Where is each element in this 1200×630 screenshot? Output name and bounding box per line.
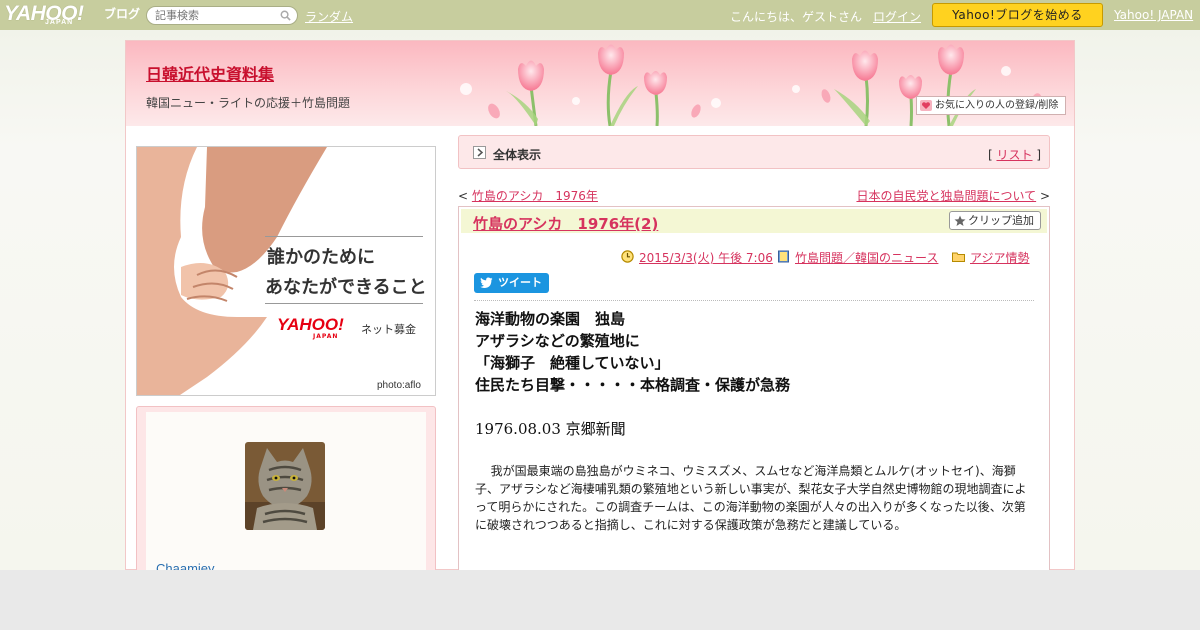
search-box bbox=[146, 6, 298, 25]
article-headline: 海洋動物の楽園 独島 アザラシなどの繁殖地に 「海獅子 絶種していない」 住民た… bbox=[475, 308, 1035, 396]
ad-divider bbox=[265, 236, 423, 237]
article-date-link[interactable]: 2015/3/3(火) 午後 7:06 bbox=[621, 251, 773, 265]
list-bracket-close: ] bbox=[1032, 148, 1041, 162]
yahoo-blog-logo[interactable]: YAHOO! JAPAN ブログ bbox=[4, 2, 142, 28]
list-view-link[interactable]: リスト bbox=[996, 148, 1032, 162]
view-mode-bar: 全体表示 [ リスト ] bbox=[458, 135, 1050, 169]
clip-add-label: クリップ追加 bbox=[968, 214, 1034, 227]
greeting-text: こんにちは、ゲストさん bbox=[730, 10, 863, 24]
tweet-label: ツイート bbox=[498, 276, 542, 289]
search-icon[interactable] bbox=[280, 10, 291, 21]
clip-add-button[interactable]: クリップ追加 bbox=[949, 211, 1041, 230]
star-icon bbox=[954, 215, 966, 226]
book-icon bbox=[778, 250, 789, 263]
bird-icon bbox=[480, 277, 493, 288]
article-panel: 竹島のアシカ 1976年(2) クリップ追加 2015/3/3(火) 午後 7:… bbox=[458, 206, 1050, 576]
clock-icon bbox=[621, 250, 634, 263]
logo-japan-text: JAPAN bbox=[45, 19, 74, 26]
blog-description: 韓国ニュー・ライトの応援＋竹島問題 bbox=[146, 96, 351, 110]
next-article-link[interactable]: 日本の自民党と独島問題について bbox=[856, 189, 1036, 203]
arrow-icon bbox=[473, 146, 486, 159]
next-article-nav: 日本の自民党と独島問題について > bbox=[856, 187, 1050, 204]
list-link-wrapper: [ リスト ] bbox=[988, 146, 1041, 163]
ad-yahoo-japan-text: JAPAN bbox=[313, 333, 339, 340]
profile-inner: Chaamiey bbox=[146, 412, 426, 582]
article-divider bbox=[474, 300, 1034, 301]
cat-photo bbox=[245, 442, 325, 530]
ad-photo-credit: photo:aflo bbox=[377, 380, 421, 391]
prev-arrow: < bbox=[458, 189, 472, 203]
page-bottom bbox=[0, 570, 1200, 630]
article-header: 竹島のアシカ 1976年(2) クリップ追加 bbox=[461, 209, 1047, 233]
prev-article-link[interactable]: 竹島のアシカ 1976年 bbox=[472, 189, 598, 203]
article-body: 我が国最東端の島独島がウミネコ、ウミスズメ、スムセなど海洋鳥類とムルケ(オットセ… bbox=[475, 464, 1027, 532]
ad-yahoo-logo: YAHOO! bbox=[277, 315, 344, 334]
random-link[interactable]: ランダム bbox=[305, 8, 353, 25]
ad-copy-line1: 誰かのために bbox=[267, 247, 375, 268]
ad-copy-line2: あなたができること bbox=[265, 277, 427, 298]
headline-line: アザラシなどの繁殖地に bbox=[475, 332, 640, 350]
headline-line: 「海獅子 絶種していない」 bbox=[475, 354, 670, 372]
start-blog-button[interactable]: Yahoo!ブログを始める bbox=[932, 3, 1103, 27]
heart-icon bbox=[920, 100, 932, 111]
ad-divider bbox=[265, 303, 423, 304]
article-category-link[interactable]: 竹島問題／韓国のニュース bbox=[777, 251, 938, 265]
avatar[interactable] bbox=[245, 442, 325, 530]
article-date-meta: 2015/3/3(火) 午後 7:06 bbox=[621, 249, 773, 266]
yahoo-japan-link[interactable]: Yahoo! JAPAN bbox=[1114, 8, 1193, 22]
tweet-button[interactable]: ツイート bbox=[474, 273, 549, 293]
article-dateline: 1976.08.03 京郷新聞 bbox=[475, 420, 626, 438]
folder-icon bbox=[952, 252, 965, 262]
article-folder-meta: アジア情勢 bbox=[952, 249, 1030, 266]
blog-title[interactable]: 日韓近代史資料集 bbox=[146, 61, 274, 85]
search-input[interactable] bbox=[155, 9, 275, 22]
article-category-meta: 竹島問題／韓国のニュース bbox=[777, 249, 938, 266]
favorite-register-button[interactable]: お気に入りの人の登録/削除 bbox=[916, 96, 1066, 115]
login-link[interactable]: ログイン bbox=[873, 8, 921, 25]
profile-panel: Chaamiey bbox=[136, 406, 436, 582]
prev-article-nav: < 竹島のアシカ 1976年 bbox=[458, 187, 598, 204]
full-view-label: 全体表示 bbox=[493, 148, 542, 162]
global-header: YAHOO! JAPAN ブログ ランダム こんにちは、ゲストさん ログイン Y… bbox=[0, 0, 1200, 30]
article-title[interactable]: 竹島のアシカ 1976年(2) bbox=[473, 213, 658, 234]
headline-line: 住民たち目撃・・・・・本格調査・保護が急務 bbox=[475, 376, 791, 394]
netbokin-ad-banner[interactable]: 誰かのために あなたができること YAHOO! JAPAN ネット募金 phot… bbox=[136, 146, 436, 396]
next-arrow: > bbox=[1036, 189, 1050, 203]
blog-page: 日韓近代史資料集 韓国ニュー・ライトの応援＋竹島問題 お気に入りの人の登録/削除… bbox=[125, 40, 1075, 582]
favorite-register-label: お気に入りの人の登録/削除 bbox=[935, 100, 1059, 111]
handshake-photo bbox=[137, 147, 327, 395]
headline-line: 海洋動物の楽園 独島 bbox=[475, 310, 626, 328]
ad-service-name: ネット募金 bbox=[361, 323, 416, 336]
blog-header: 日韓近代史資料集 韓国ニュー・ライトの応援＋竹島問題 お気に入りの人の登録/削除 bbox=[126, 41, 1074, 126]
logo-blog-text: ブログ bbox=[104, 7, 141, 21]
